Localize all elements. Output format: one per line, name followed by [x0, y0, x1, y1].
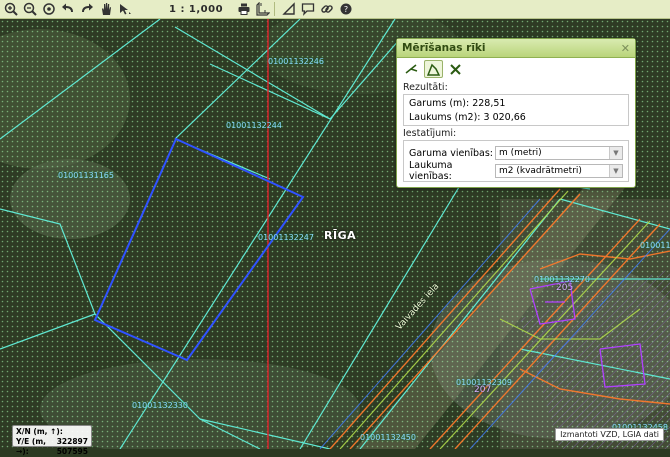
scale-label[interactable]: 1 : 1,000 — [169, 4, 223, 15]
parcel-label: 01001131165 — [58, 171, 114, 180]
area-measure-icon[interactable] — [424, 60, 443, 78]
toolbar-divider — [274, 2, 276, 16]
parcel-label: 01001132330 — [132, 401, 188, 410]
measure-tool-bar — [397, 58, 635, 80]
x-coordinate-value: 322897 — [56, 437, 88, 446]
area-units-value: m2 (kvadrātmetri) — [499, 166, 582, 176]
house-number-label: 207 — [474, 385, 492, 395]
x-coordinate-label: X/N (m, ↑): — [16, 427, 63, 436]
settings-box: Garuma vienības: m (metri) ▼ Laukuma vie… — [403, 140, 629, 182]
length-units-value: m (metri) — [499, 148, 542, 158]
y-coordinate-label: Y/E (m, →): — [16, 437, 46, 456]
parcel-label: 01001132247 — [258, 233, 314, 242]
comment-icon[interactable] — [299, 1, 316, 17]
forward-icon[interactable] — [78, 1, 95, 17]
map-toolbar: 1 : 1,000 ? — [0, 0, 670, 19]
data-attribution[interactable]: Izmantoti VZD, LGIA dati — [555, 428, 664, 441]
parcel-label: 01001132246 — [268, 57, 324, 66]
measure-icon[interactable] — [254, 1, 271, 17]
parcel-label: 01001132244 — [226, 121, 282, 130]
zoom-out-icon[interactable] — [21, 1, 38, 17]
zoom-in-icon[interactable] — [2, 1, 19, 17]
pan-hand-icon[interactable] — [97, 1, 114, 17]
dialog-header[interactable]: Mērīšanas rīki ✕ — [397, 39, 635, 58]
line-measure-icon[interactable] — [403, 61, 420, 77]
parcel-label: 01001132450 — [360, 433, 416, 442]
chevron-down-icon[interactable]: ▼ — [609, 165, 622, 177]
area-icon[interactable] — [280, 1, 297, 17]
area-units-label: Laukuma vienības: — [409, 160, 453, 182]
clear-icon[interactable] — [447, 61, 464, 77]
link-icon[interactable] — [318, 1, 335, 17]
measurement-tools-dialog: Mērīšanas rīki ✕ Rezultāti: Garums (m): … — [396, 38, 636, 188]
length-units-select[interactable]: m (metri) ▼ — [495, 146, 623, 160]
close-icon[interactable]: ✕ — [621, 42, 630, 55]
city-label: RĪGA — [324, 229, 357, 242]
settings-heading: Iestatījumi: — [403, 128, 457, 139]
full-extent-icon[interactable] — [40, 1, 57, 17]
select-icon[interactable] — [116, 1, 133, 17]
length-result: Garums (m): 228,51 — [409, 98, 506, 109]
back-icon[interactable] — [59, 1, 76, 17]
svg-text:?: ? — [343, 5, 347, 14]
print-icon[interactable] — [235, 1, 252, 17]
results-box: Garums (m): 228,51 Laukums (m2): 3 020,6… — [403, 94, 629, 126]
coordinate-readout: X/N (m, ↑): 322897 Y/E (m, →): 507595 — [12, 425, 92, 456]
area-result: Laukums (m2): 3 020,66 — [409, 112, 526, 123]
length-units-label: Garuma vienības: — [409, 147, 493, 159]
results-heading: Rezultāti: — [403, 82, 448, 93]
chevron-down-icon[interactable]: ▼ — [609, 147, 622, 159]
area-units-select[interactable]: m2 (kvadrātmetri) ▼ — [495, 164, 623, 178]
parcel-label: 01001132248 — [640, 241, 670, 250]
dialog-title: Mērīšanas rīki — [402, 42, 486, 54]
help-icon[interactable]: ? — [337, 1, 354, 17]
house-number-label: 205 — [556, 283, 574, 293]
